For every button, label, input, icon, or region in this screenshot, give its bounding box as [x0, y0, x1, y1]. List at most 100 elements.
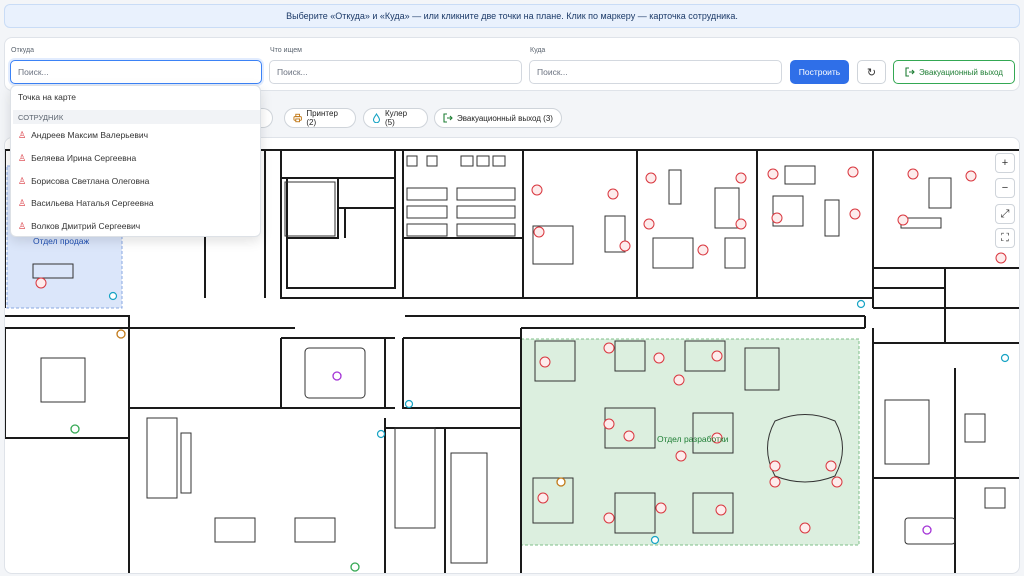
- employee-marker[interactable]: [35, 277, 47, 289]
- employee-marker[interactable]: [697, 244, 709, 256]
- chip-printer[interactable]: Принтер (2): [284, 108, 356, 128]
- what-input[interactable]: [269, 60, 522, 84]
- cooler-marker[interactable]: [376, 429, 386, 439]
- person-icon: ♙: [18, 129, 27, 140]
- group-label: СОТРУДНИК: [18, 112, 64, 122]
- what-label: Что ищем: [270, 47, 302, 54]
- employee-marker[interactable]: [831, 476, 843, 488]
- dropdown-employee[interactable]: ♙ Борисова Светлана Олеговна: [11, 170, 260, 192]
- employee-marker[interactable]: [537, 492, 549, 504]
- cooler-marker[interactable]: [108, 291, 118, 301]
- from-input[interactable]: [10, 60, 262, 84]
- reset-button[interactable]: ↻: [857, 60, 886, 84]
- build-route-button[interactable]: Построить: [790, 60, 849, 84]
- employee-marker[interactable]: [531, 184, 543, 196]
- employee-marker[interactable]: [847, 166, 859, 178]
- evacuation-exit-button[interactable]: Эвакуационный выход: [893, 60, 1015, 84]
- employee-marker[interactable]: [769, 476, 781, 488]
- employee-marker[interactable]: [623, 430, 635, 442]
- room-sales-label: Отдел продаж: [33, 236, 90, 246]
- employee-marker[interactable]: [603, 342, 615, 354]
- person-icon: ♙: [18, 175, 27, 186]
- room-dev-label: Отдел разработки: [657, 434, 729, 444]
- cooler-marker[interactable]: [856, 299, 866, 309]
- fit-button[interactable]: ⤢: [995, 204, 1015, 224]
- chip-evacuation-label: Эвакуационный выход (3): [457, 113, 553, 123]
- chip-cooler[interactable]: Кулер (5): [363, 108, 428, 128]
- employee-marker[interactable]: [539, 356, 551, 368]
- dropdown-group-header: СОТРУДНИК: [13, 110, 260, 124]
- chip-cooler-label: Кулер (5): [384, 109, 408, 127]
- cooler-icon: [372, 113, 381, 123]
- employee-marker[interactable]: [655, 502, 667, 514]
- employee-marker[interactable]: [673, 374, 685, 386]
- employee-marker[interactable]: [825, 460, 837, 472]
- reset-icon: ↻: [866, 66, 877, 79]
- cooler-marker[interactable]: [1000, 353, 1010, 363]
- zoom-in-icon: +: [1001, 157, 1009, 169]
- evacuation-exit-label: Эвакуационный выход: [919, 67, 1003, 77]
- exit-marker[interactable]: [350, 562, 360, 572]
- employee-marker[interactable]: [533, 226, 545, 238]
- person-icon: ♙: [18, 220, 27, 231]
- from-dropdown: Точка на карте СОТРУДНИК ♙ Андреев Максим…: [10, 85, 261, 237]
- employee-marker[interactable]: [965, 170, 977, 182]
- chip-printer-label: Принтер (2): [306, 109, 338, 127]
- employee-marker[interactable]: [603, 512, 615, 524]
- dropdown-employee[interactable]: ♙ Андреев Максим Валерьевич: [11, 124, 260, 146]
- employee-marker[interactable]: [643, 218, 655, 230]
- dropdown-employee[interactable]: ♙ Васильева Наталья Сергеевна: [11, 192, 260, 214]
- person-icon: ♙: [18, 197, 27, 208]
- map-point-label: Точка на карте: [18, 92, 76, 102]
- employee-marker[interactable]: [675, 450, 687, 462]
- zoom-in-button[interactable]: +: [995, 153, 1015, 173]
- exit-icon: [443, 113, 453, 123]
- employee-marker[interactable]: [735, 218, 747, 230]
- zoom-out-icon: −: [1001, 182, 1009, 194]
- fullscreen-button[interactable]: ⛶: [995, 228, 1015, 248]
- hint-banner: Выберите «Откуда» и «Куда» — или кликнит…: [4, 4, 1020, 28]
- hint-text: Выберите «Откуда» и «Куда» — или кликнит…: [286, 11, 738, 21]
- printer-marker[interactable]: [556, 477, 566, 487]
- employee-marker[interactable]: [907, 168, 919, 180]
- to-label: Куда: [530, 47, 546, 54]
- employee-name: Андреев Максим Валерьевич: [31, 130, 149, 140]
- cooler-marker[interactable]: [404, 399, 414, 409]
- from-label: Откуда: [11, 47, 35, 54]
- employee-marker[interactable]: [607, 188, 619, 200]
- dropdown-employee[interactable]: ♙ Волков Дмитрий Сергеевич: [11, 215, 260, 237]
- employee-marker[interactable]: [897, 214, 909, 226]
- employee-name: Васильева Наталья Сергеевна: [31, 198, 154, 208]
- employee-marker[interactable]: [767, 168, 779, 180]
- meeting-marker[interactable]: [922, 525, 932, 535]
- employee-marker[interactable]: [653, 352, 665, 364]
- employee-marker[interactable]: [849, 208, 861, 220]
- meeting-marker[interactable]: [332, 371, 342, 381]
- employee-marker[interactable]: [645, 172, 657, 184]
- employee-marker[interactable]: [769, 460, 781, 472]
- exit-icon: [905, 67, 915, 77]
- employee-marker[interactable]: [619, 240, 631, 252]
- employee-marker[interactable]: [715, 504, 727, 516]
- employee-name: Борисова Светлана Олеговна: [31, 176, 150, 186]
- zoom-out-button[interactable]: −: [995, 178, 1015, 198]
- printer-marker[interactable]: [116, 329, 126, 339]
- employee-name: Волков Дмитрий Сергеевич: [31, 221, 141, 231]
- cooler-marker[interactable]: [650, 535, 660, 545]
- printer-icon: [293, 113, 302, 123]
- employee-name: Беляева Ирина Сергеевна: [31, 153, 137, 163]
- employee-marker[interactable]: [995, 252, 1007, 264]
- employee-marker[interactable]: [603, 418, 615, 430]
- dropdown-map-point[interactable]: Точка на карте: [11, 86, 260, 108]
- fit-icon: ⤢: [1000, 207, 1010, 220]
- to-input[interactable]: [529, 60, 782, 84]
- employee-marker[interactable]: [799, 522, 811, 534]
- chip-evacuation[interactable]: Эвакуационный выход (3): [434, 108, 562, 128]
- fullscreen-icon: ⛶: [1001, 231, 1009, 244]
- route-panel: Откуда Что ищем Куда Построить ↻ Эвакуац…: [4, 37, 1020, 91]
- dropdown-employee[interactable]: ♙ Беляева Ирина Сергеевна: [11, 147, 260, 169]
- employee-marker[interactable]: [735, 172, 747, 184]
- exit-marker[interactable]: [70, 424, 80, 434]
- employee-marker[interactable]: [771, 212, 783, 224]
- employee-marker[interactable]: [711, 350, 723, 362]
